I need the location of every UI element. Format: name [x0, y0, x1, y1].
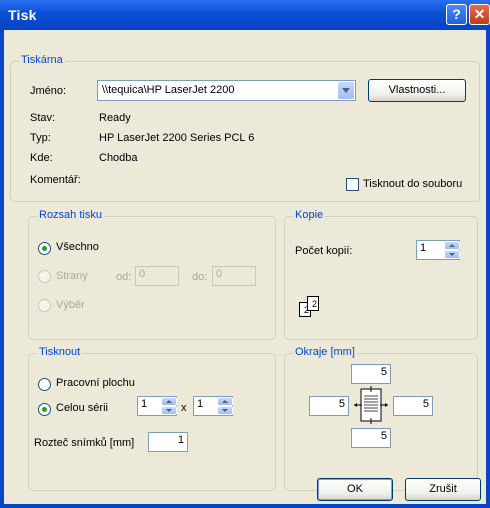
copies-count-label: Počet kopií: — [295, 245, 353, 257]
status-label: Stav: — [30, 112, 56, 124]
type-value: HP LaserJet 2200 Series PCL 6 — [99, 132, 255, 144]
series-label[interactable]: Celou sérii — [56, 402, 108, 414]
spacing-input[interactable]: 1 — [148, 432, 188, 452]
copies-group: Kopie — [284, 209, 478, 340]
range-to-label: do: — [192, 271, 208, 283]
where-label: Kde: — [30, 152, 53, 164]
title-bar[interactable]: Tisk ? ✕ — [0, 0, 490, 30]
comment-label: Komentář: — [30, 174, 81, 186]
spin-up-icon[interactable] — [217, 397, 233, 406]
print-range-group-title: Rozsah tisku — [37, 209, 104, 221]
spin-up-icon[interactable] — [161, 397, 177, 406]
print-to-file-label[interactable]: Tisknout do souboru — [363, 178, 462, 190]
range-to-input[interactable]: 0 — [212, 266, 256, 286]
cancel-button[interactable]: Zrušit — [405, 478, 481, 501]
chevron-down-icon[interactable] — [338, 82, 354, 99]
spin-up-icon[interactable] — [444, 241, 460, 250]
range-selection-radio[interactable] — [38, 299, 51, 312]
range-all-radio[interactable] — [38, 242, 51, 255]
desktop-label[interactable]: Pracovní plochu — [56, 377, 135, 389]
properties-button[interactable]: Vlastnosti... — [368, 79, 466, 102]
copies-group-title: Kopie — [293, 209, 326, 221]
range-all-label[interactable]: Všechno — [56, 241, 99, 253]
margins-preview-icon — [350, 386, 392, 424]
range-from-input[interactable]: 0 — [135, 266, 179, 286]
printer-name-label: Jméno: — [30, 85, 67, 97]
window-title: Tisk — [8, 7, 37, 23]
margin-left-input[interactable]: 5 — [309, 396, 349, 416]
desktop-radio[interactable] — [38, 378, 51, 391]
status-value: Ready — [99, 112, 131, 124]
margin-bottom-input[interactable]: 5 — [351, 428, 391, 448]
range-pages-label[interactable]: Strany — [56, 270, 88, 282]
print-dialog: Tisk ? ✕ Tiskárna Jméno: \\tequica\HP La… — [0, 0, 490, 508]
series-radio[interactable] — [38, 403, 51, 416]
type-label: Typ: — [30, 132, 51, 144]
ok-button[interactable]: OK — [317, 478, 393, 501]
margin-top-input[interactable]: 5 — [351, 364, 391, 384]
printer-name-combo[interactable]: \\tequica\HP LaserJet 2200 — [97, 80, 356, 101]
print-mode-group: Tisknout — [28, 346, 276, 491]
collate-page-front-icon: 2 — [307, 296, 319, 311]
dialog-body: Tiskárna Jméno: \\tequica\HP LaserJet 22… — [4, 30, 486, 504]
printer-group-title: Tiskárna — [19, 54, 65, 66]
help-button[interactable]: ? — [446, 4, 467, 25]
times-label: x — [181, 402, 187, 414]
spacing-label: Rozteč snímků [mm] — [34, 437, 135, 449]
close-button[interactable]: ✕ — [469, 4, 490, 25]
range-pages-radio[interactable] — [38, 270, 51, 283]
spin-down-icon[interactable] — [444, 250, 460, 259]
spin-down-icon[interactable] — [161, 406, 177, 415]
printer-name-value: \\tequica\HP LaserJet 2200 — [102, 84, 235, 96]
range-from-label: od: — [116, 271, 132, 283]
margin-right-input[interactable]: 5 — [393, 396, 433, 416]
where-value: Chodba — [99, 152, 138, 164]
print-mode-group-title: Tisknout — [37, 346, 83, 358]
print-to-file-checkbox[interactable] — [346, 178, 359, 191]
margins-group-title: Okraje [mm] — [293, 346, 357, 358]
spin-down-icon[interactable] — [217, 406, 233, 415]
range-selection-label[interactable]: Výběr — [56, 299, 85, 311]
